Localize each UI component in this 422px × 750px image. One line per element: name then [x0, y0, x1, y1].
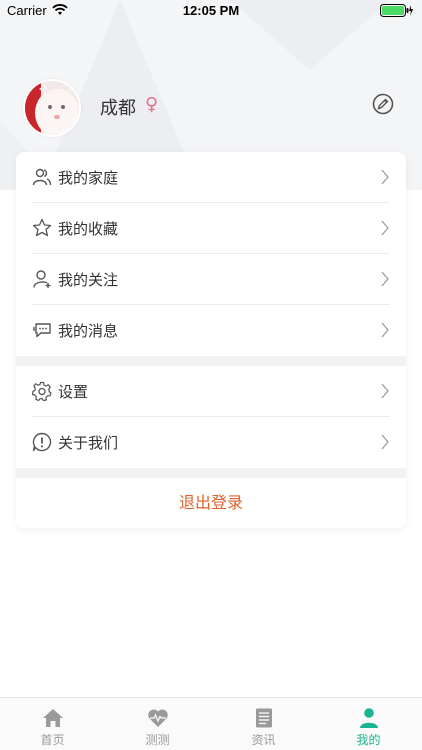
menu-item-label: 我的关注: [58, 271, 119, 289]
tab-test[interactable]: 测测: [105, 698, 210, 750]
edit-pencil-icon[interactable]: [372, 93, 394, 115]
battery-icon: [380, 4, 413, 17]
tab-mine[interactable]: 我的: [316, 698, 421, 750]
menu-item-messages[interactable]: 我的消息: [32, 305, 390, 355]
logout-button[interactable]: 退出登录: [16, 478, 406, 528]
tab-home[interactable]: 首页: [0, 698, 105, 750]
news-icon: [256, 708, 272, 728]
chevron-right-icon: [381, 220, 389, 236]
menu-item-favorites[interactable]: 我的收藏: [32, 203, 390, 253]
chevron-right-icon: [381, 169, 389, 185]
female-gender-icon: ♀: [145, 94, 159, 115]
section-gap: [16, 468, 406, 478]
chevron-right-icon: [381, 322, 389, 338]
gear-icon: [32, 381, 52, 401]
clock: 12:05 PM: [182, 3, 240, 18]
follow-icon: [33, 270, 51, 288]
chevron-right-icon: [381, 383, 389, 399]
user-name: 成都: [100, 98, 136, 119]
star-icon: [32, 218, 52, 237]
tab-label: 首页: [40, 733, 65, 747]
section-gap: [16, 356, 406, 366]
message-icon: [33, 323, 51, 338]
menu-item-label: 我的收藏: [58, 220, 119, 238]
bottom-tab-bar: 首页 测测 资讯 我的: [0, 697, 422, 750]
info-icon: [32, 432, 52, 452]
cat-avatar-image: [25, 81, 79, 135]
person-icon: [360, 708, 378, 728]
menu-item-about-us[interactable]: 关于我们: [32, 417, 390, 467]
menu-item-settings[interactable]: 设置: [32, 366, 390, 416]
avatar[interactable]: [23, 79, 81, 137]
chevron-right-icon: [381, 434, 389, 450]
menu-item-following[interactable]: 我的关注: [32, 254, 390, 304]
tab-label: 测测: [145, 733, 170, 747]
menu-item-label: 我的消息: [58, 322, 119, 340]
heart-pulse-icon: [148, 709, 168, 727]
family-icon: [32, 168, 52, 186]
chevron-right-icon: [381, 271, 389, 287]
status-bar: Carrier 12:05 PM: [0, 0, 422, 22]
menu-item-label: 设置: [58, 383, 89, 401]
menu-item-family[interactable]: 我的家庭: [32, 152, 390, 202]
menu-card: 我的家庭 我的收藏 我的关注 我的消息 设置 关于我们 退出登录: [16, 152, 406, 528]
home-icon: [43, 709, 63, 727]
tab-label: 我的: [356, 733, 381, 747]
menu-item-label: 我的家庭: [58, 169, 119, 187]
tab-label: 资讯: [251, 733, 276, 747]
tab-news[interactable]: 资讯: [211, 698, 316, 750]
menu-item-label: 关于我们: [58, 434, 119, 452]
